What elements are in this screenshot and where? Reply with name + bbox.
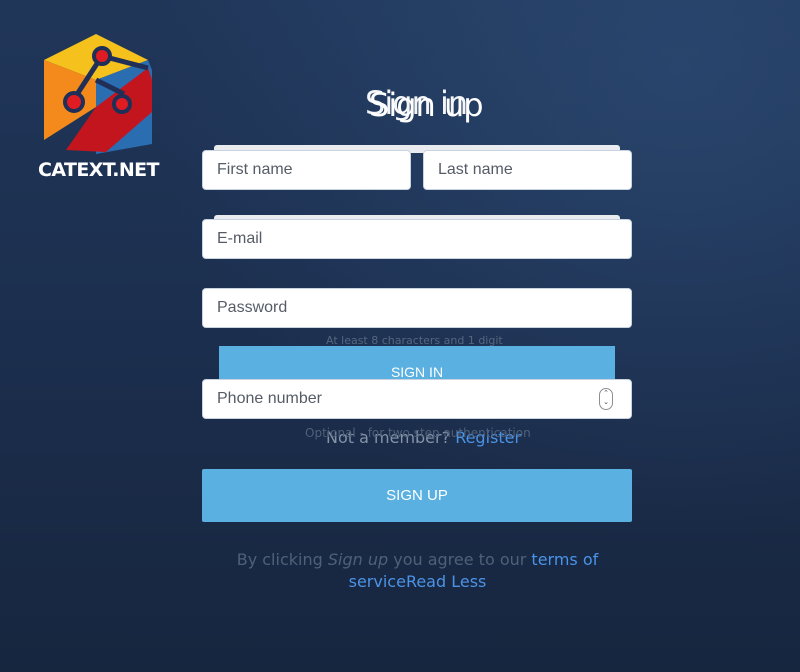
terms-prefix: By clicking bbox=[236, 550, 323, 569]
logo-wordmark: CATEXT.NET bbox=[38, 159, 160, 181]
logo-mark-icon bbox=[44, 34, 152, 154]
read-less-link[interactable]: Read Less bbox=[406, 572, 486, 591]
terms-signup-em: Sign up bbox=[327, 550, 389, 569]
first-name-input[interactable] bbox=[202, 150, 411, 190]
last-name-input[interactable] bbox=[423, 150, 632, 190]
phone-number-input[interactable] bbox=[202, 379, 632, 419]
terms-text: By clicking Sign up you agree to our ter… bbox=[220, 549, 615, 593]
phone-stepper-icon[interactable]: ⌃ ⌄ bbox=[599, 388, 613, 410]
password-input[interactable] bbox=[202, 288, 632, 328]
page-title: Sign up bbox=[369, 86, 484, 124]
email-input[interactable] bbox=[202, 219, 632, 259]
terms-middle: you agree to our bbox=[393, 550, 527, 569]
signup-button[interactable]: SIGN UP bbox=[202, 469, 632, 522]
catext-logo[interactable]: CATEXT.NET bbox=[36, 32, 160, 186]
phone-hint: Optional - for two step authentication bbox=[305, 426, 531, 440]
